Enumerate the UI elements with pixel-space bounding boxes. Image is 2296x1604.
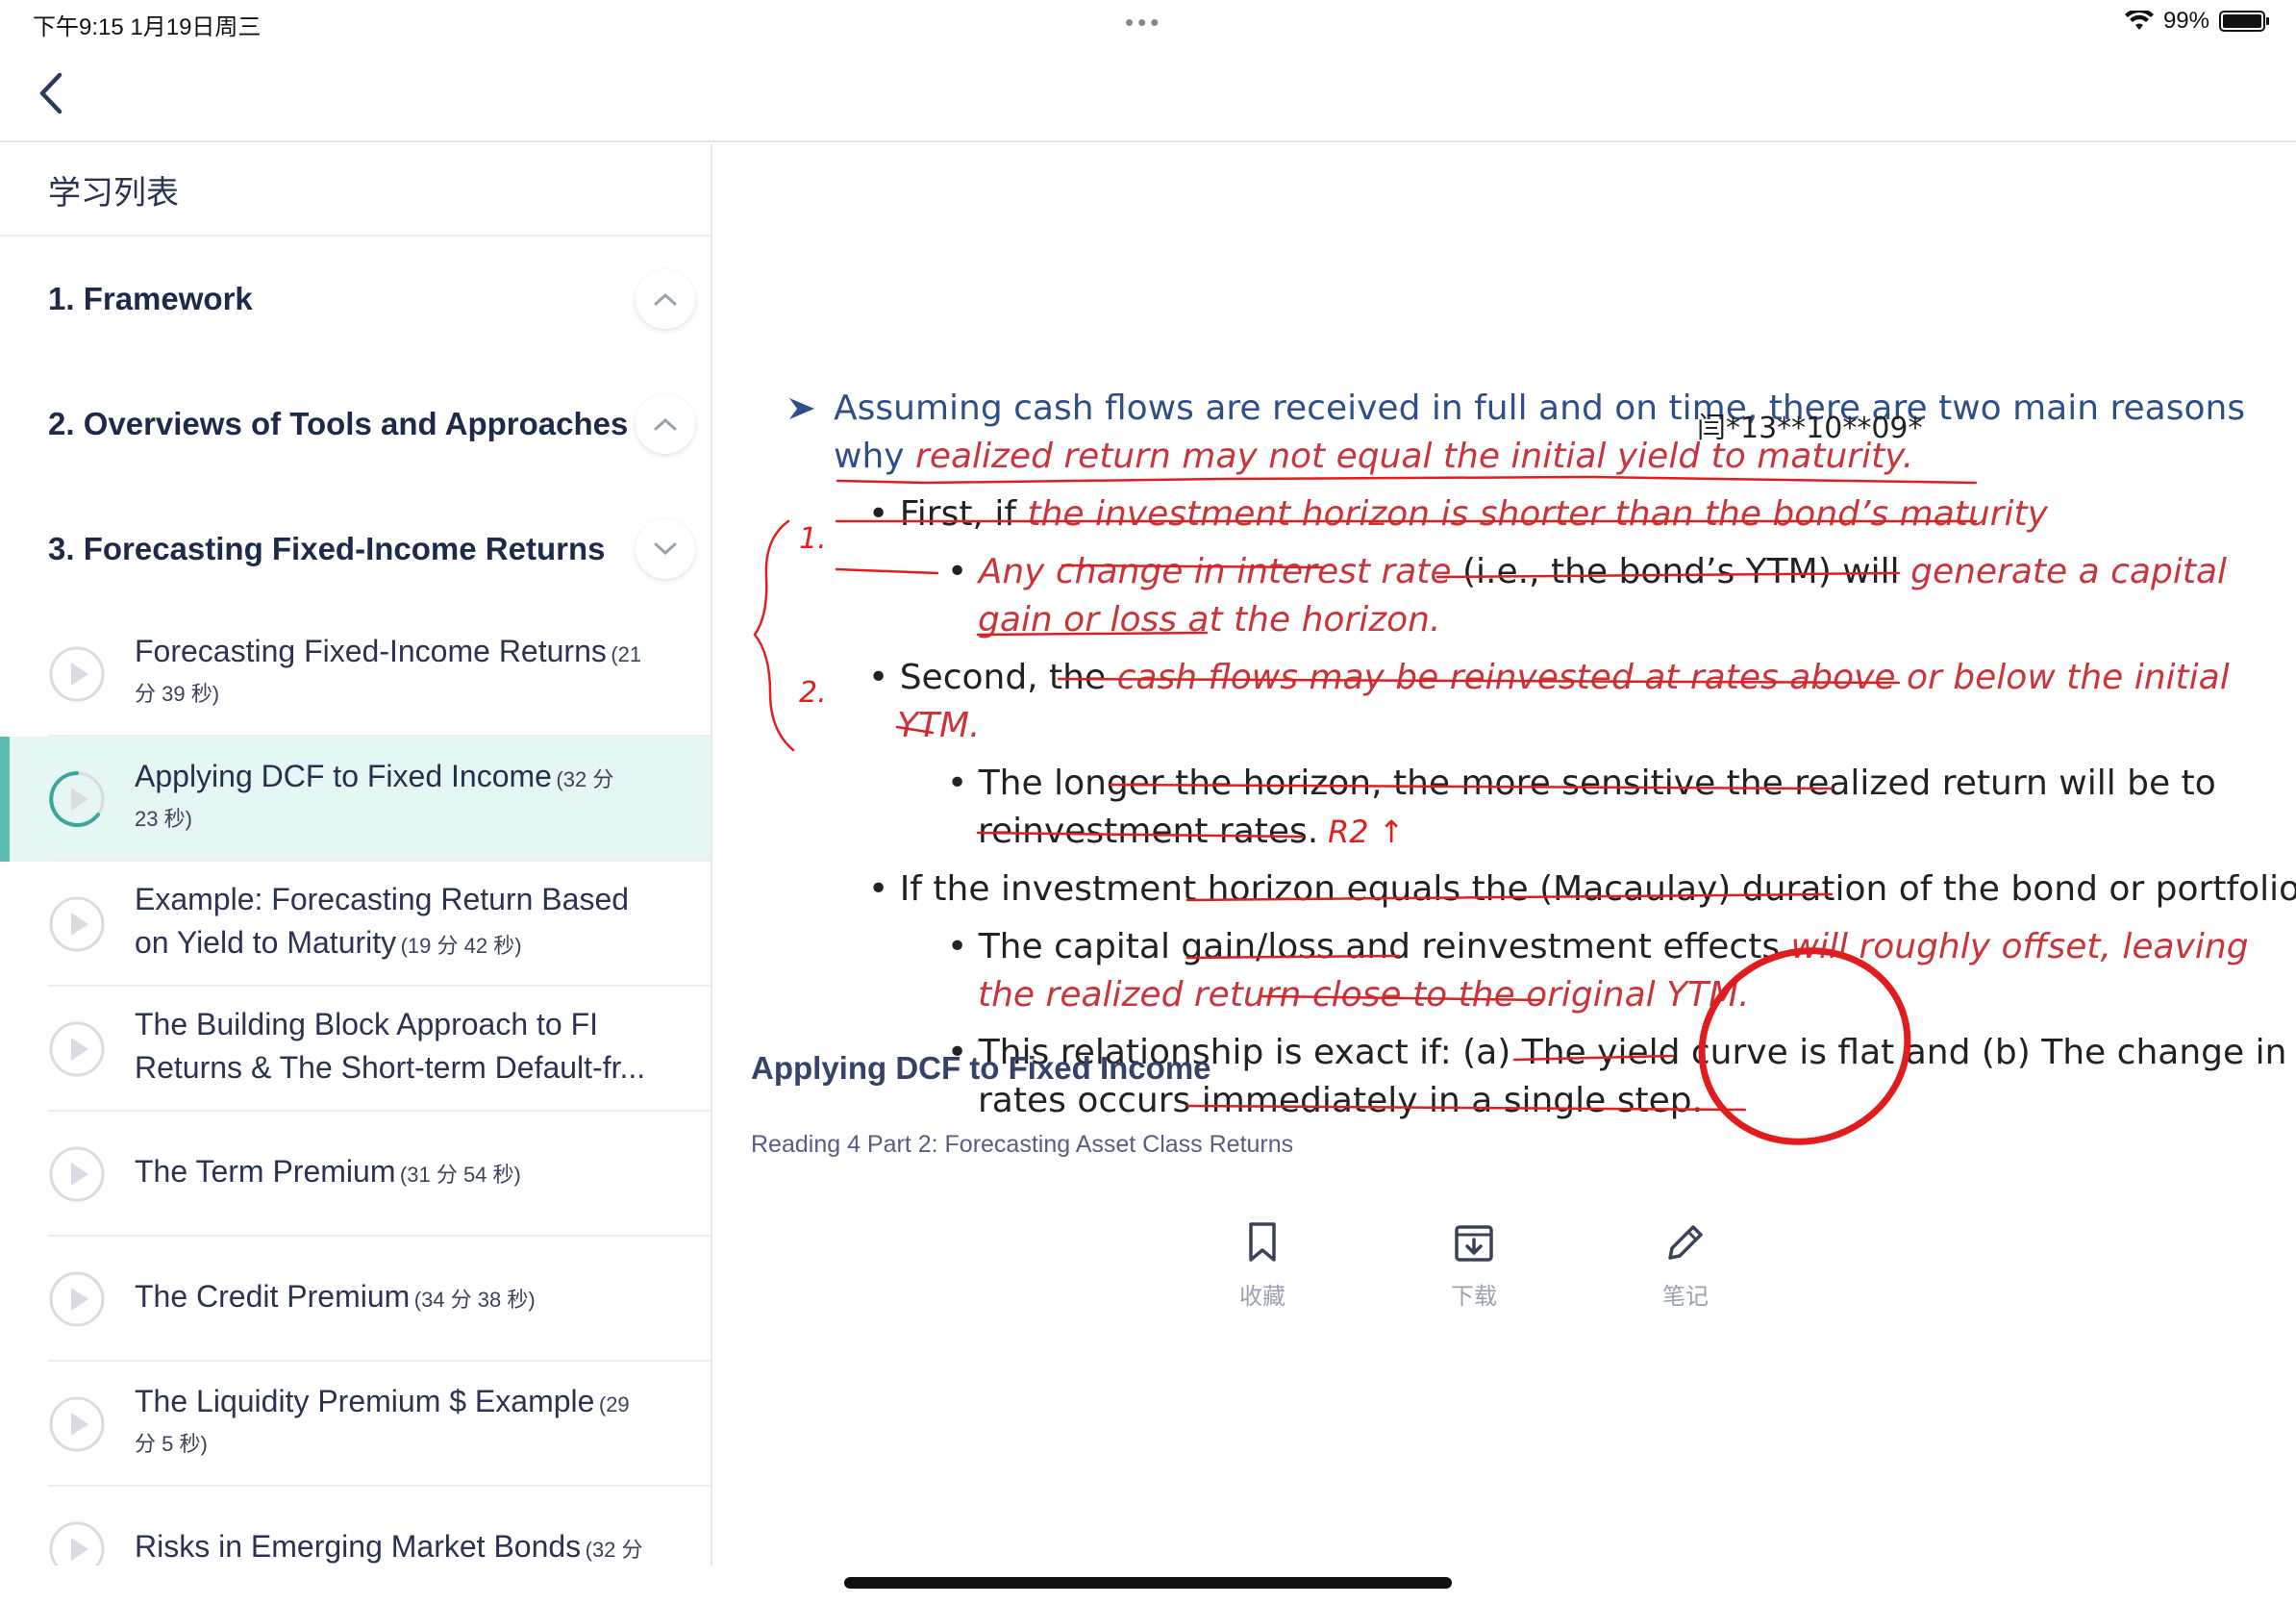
video-subtitle: Reading 4 Part 2: Forecasting Asset Clas… (751, 1131, 1294, 1158)
chevron-up-icon (654, 417, 677, 431)
lesson-title: The Term Premium (135, 1153, 396, 1189)
annotation-note: R2 ↑ (1328, 814, 1405, 850)
lesson-title: Applying DCF to Fixed Income (135, 759, 552, 793)
note-button[interactable]: 笔记 (1637, 1221, 1734, 1311)
lesson-duration: 分 39 秒) (135, 682, 220, 706)
handwriting-annotations: 1. 2. R2 ↑ (753, 475, 1978, 1145)
lesson-duration: (31 分 54 秒) (399, 1162, 521, 1187)
chapter-overviews[interactable]: 2. Overviews of Tools and Approaches (0, 362, 711, 487)
download-button[interactable]: 下载 (1426, 1221, 1522, 1311)
lesson-text: The Liquidity Premium $ Example (29 分 5 … (135, 1383, 673, 1466)
lesson-title: The Credit Premium (135, 1278, 411, 1314)
lesson-title: The Building Block Approach to FI (135, 1007, 599, 1041)
download-icon (1455, 1225, 1493, 1262)
lesson-text: Example: Forecasting Return Based on Yie… (135, 881, 673, 967)
chapter-label: 3. Forecasting Fixed-Income Returns (48, 531, 606, 566)
battery-percent: 99% (2162, 8, 2209, 34)
wifi-icon (2124, 11, 2154, 30)
expand-button[interactable] (636, 519, 695, 579)
play-circle-icon (49, 1271, 105, 1327)
lesson-text: Risks in Emerging Market Bonds (32 分 (135, 1528, 673, 1566)
lesson-item[interactable]: The Liquidity Premium $ Example (29 分 5 … (0, 1362, 711, 1487)
lesson-duration: 分 5 秒) (135, 1432, 208, 1456)
chapter-label: 2. Overviews of Tools and Approaches (48, 406, 629, 441)
lesson-text: The Credit Premium (34 分 38 秒) (135, 1278, 673, 1321)
lesson-item[interactable]: The Credit Premium (34 分 38 秒) (0, 1237, 711, 1362)
status-bar: 下午9:15 1月19日周三 ••• 99% (0, 0, 2296, 46)
bookmark-icon (1249, 1222, 1276, 1262)
chevron-up-icon (654, 292, 677, 306)
status-time: 下午9:15 1月19日周三 (33, 14, 262, 40)
play-circle-icon (49, 1146, 105, 1202)
collapse-button[interactable] (636, 269, 695, 329)
annotation-number-1: 1. (799, 522, 827, 556)
note-label: 笔记 (1662, 1284, 1709, 1310)
chapter-label: 1. Framework (48, 281, 253, 316)
chevron-left-icon (39, 72, 62, 114)
play-circle-icon (49, 646, 105, 702)
lesson-duration: (32 分 (556, 767, 614, 791)
lesson-title-line2: on Yield to Maturity (135, 925, 397, 960)
lesson-text: Forecasting Fixed-Income Returns (21 分 3… (135, 633, 673, 715)
back-button[interactable] (25, 67, 77, 119)
lesson-duration: (34 分 38 秒) (413, 1287, 536, 1312)
play-circle-icon (49, 1021, 105, 1077)
main-content: Assuming cash flows are received in full… (714, 144, 2296, 1566)
lesson-item[interactable]: Example: Forecasting Return Based on Yie… (0, 862, 711, 987)
status-right: 99% (2124, 8, 2269, 35)
lesson-title: The Liquidity Premium $ Example (135, 1384, 595, 1418)
study-list-sidebar: 学习列表 1. Framework 2. Overviews of Tools … (0, 144, 712, 1566)
lesson-text: The Building Block Approach to FI Return… (135, 1006, 673, 1092)
lesson-title: Risks in Emerging Market Bonds (135, 1528, 582, 1564)
lesson-item-active[interactable]: Applying DCF to Fixed Income (32 分 23 秒) (0, 737, 711, 862)
action-bar: 收藏 下载 笔记 (1214, 1221, 1734, 1311)
video-player-slide[interactable]: Assuming cash flows are received in full… (726, 231, 2296, 1173)
chapter-framework[interactable]: 1. Framework (0, 237, 711, 362)
nav-bar (0, 46, 2296, 142)
lesson-duration: (29 (598, 1392, 630, 1416)
annotation-number-2: 2. (799, 676, 827, 710)
multitask-dots[interactable]: ••• (1125, 8, 1162, 38)
lesson-title: Forecasting Fixed-Income Returns (135, 634, 607, 668)
bookmark-button[interactable]: 收藏 (1214, 1221, 1310, 1311)
lesson-item[interactable]: Forecasting Fixed-Income Returns (21 分 3… (0, 612, 711, 737)
chapter-forecasting-fixed-income[interactable]: 3. Forecasting Fixed-Income Returns (0, 487, 711, 612)
lesson-item[interactable]: Risks in Emerging Market Bonds (32 分 (0, 1487, 711, 1566)
lesson-item[interactable]: The Building Block Approach to FI Return… (0, 987, 711, 1112)
video-title: Applying DCF to Fixed Income (751, 1050, 1211, 1086)
play-circle-icon (49, 1396, 105, 1452)
lesson-title: Example: Forecasting Return Based (135, 882, 630, 916)
lesson-duration: (32 分 (585, 1537, 643, 1562)
bookmark-label: 收藏 (1239, 1284, 1285, 1310)
pencil-icon (1668, 1225, 1703, 1260)
play-circle-icon (49, 896, 105, 952)
lesson-duration: 23 秒) (135, 807, 192, 831)
lesson-item[interactable]: The Term Premium (31 分 54 秒) (0, 1112, 711, 1237)
sidebar-title: 学习列表 (0, 144, 711, 237)
lesson-text: Applying DCF to Fixed Income (32 分 23 秒) (135, 758, 673, 840)
play-circle-icon (49, 1521, 105, 1566)
collapse-button[interactable] (636, 394, 695, 454)
lesson-duration: (21 (611, 642, 642, 666)
lesson-title-line2: Returns & The Short-term Default-fr... (135, 1050, 646, 1085)
lesson-duration: (19 分 42 秒) (400, 934, 522, 958)
download-label: 下载 (1451, 1284, 1497, 1310)
battery-icon (2219, 11, 2269, 32)
home-indicator[interactable] (844, 1577, 1452, 1589)
chevron-down-icon (654, 542, 677, 556)
play-progress-icon (49, 771, 105, 827)
lesson-text: The Term Premium (31 分 54 秒) (135, 1153, 673, 1196)
battery-fill (2223, 14, 2261, 28)
